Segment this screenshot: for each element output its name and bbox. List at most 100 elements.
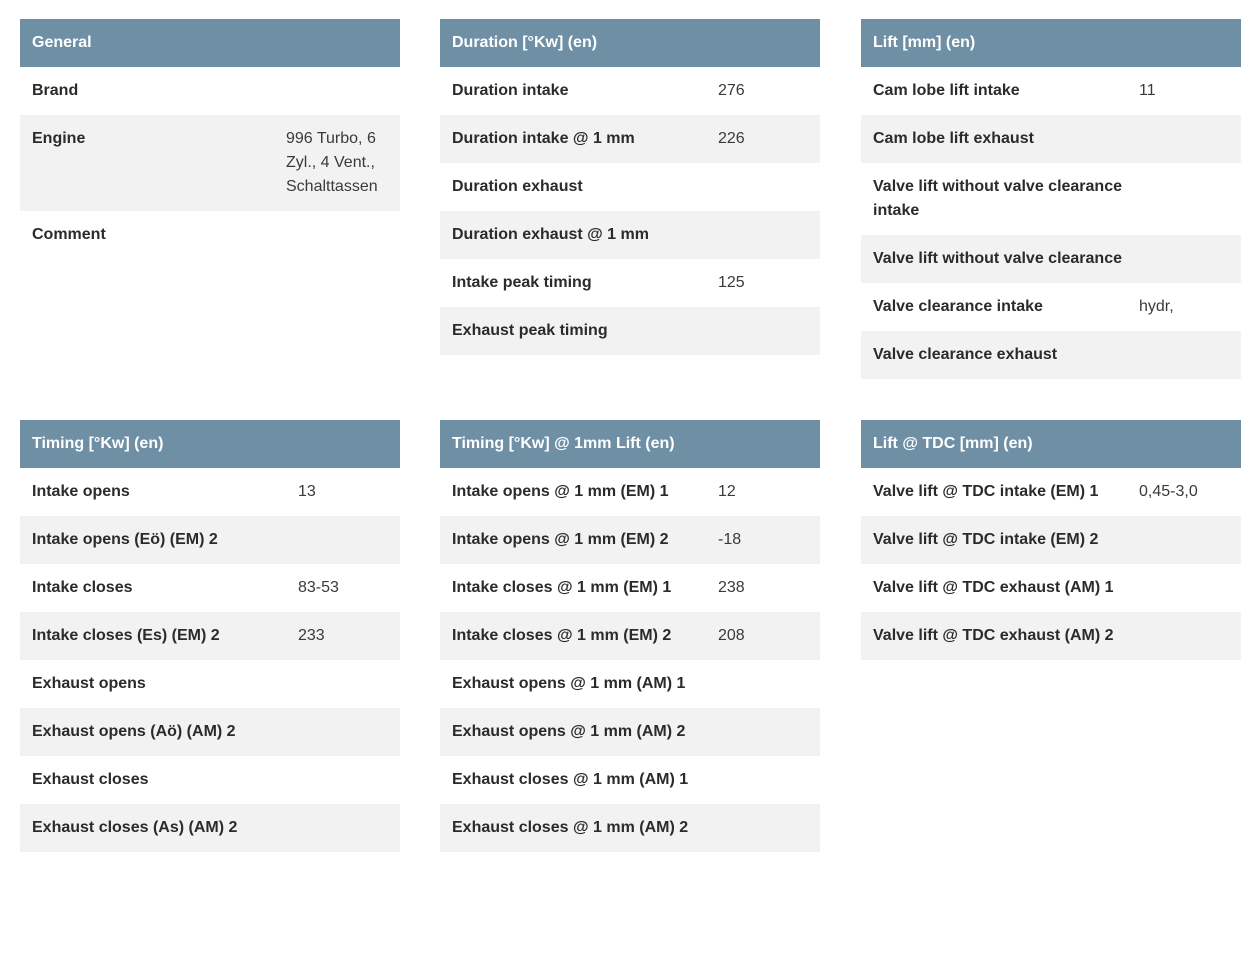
row-label: Intake opens @ 1 mm (EM) 2 (452, 531, 669, 548)
row-value: 238 (718, 579, 745, 596)
row-label: Intake opens @ 1 mm (EM) 1 (452, 483, 669, 500)
table-row: Valve clearance exhaust (861, 331, 1241, 379)
row-label: Intake opens (Eö) (EM) 2 (32, 531, 218, 548)
table-row: Cam lobe lift exhaust (861, 115, 1241, 163)
row-label: Exhaust peak timing (452, 322, 608, 339)
table-row: Valve lift @ TDC exhaust (AM) 2 (861, 612, 1241, 660)
table-row: Valve lift without valve clearance (861, 235, 1241, 283)
timing-1mm-table-body: Intake opens @ 1 mm (EM) 1 12 Intake ope… (440, 468, 820, 852)
general-table-body: Brand Engine 996 Turbo, 6 Zyl., 4 Vent.,… (20, 67, 400, 259)
timing-table-body: Intake opens 13 Intake opens (Eö) (EM) 2… (20, 468, 400, 852)
row-value (718, 223, 808, 247)
table-row: Brand (20, 67, 400, 115)
row-value: 233 (298, 627, 325, 644)
table-row: Exhaust closes @ 1 mm (AM) 2 (440, 804, 820, 852)
table-row: Exhaust opens (Aö) (AM) 2 (20, 708, 400, 756)
table-row: Exhaust opens (20, 660, 400, 708)
row-label: Intake closes (Es) (EM) 2 (32, 627, 220, 644)
table-row: Intake closes 83-53 (20, 564, 400, 612)
table-row: Duration intake @ 1 mm 226 (440, 115, 820, 163)
row-value (298, 720, 388, 744)
row-value (298, 672, 388, 696)
row-label: Duration exhaust @ 1 mm (452, 226, 649, 243)
row-label: Duration exhaust (452, 178, 583, 195)
row-value (1139, 343, 1229, 367)
lift-table: Lift [mm] (en) Cam lobe lift intake 11 C… (861, 19, 1241, 379)
row-label: Valve lift @ TDC exhaust (AM) 1 (873, 579, 1114, 596)
row-value: 125 (718, 274, 745, 291)
table-row: Duration exhaust (440, 163, 820, 211)
row-value: 12 (718, 483, 736, 500)
row-label: Exhaust opens @ 1 mm (AM) 1 (452, 675, 686, 692)
timing-table: Timing [°Kw] (en) Intake opens 13 Intake… (20, 420, 400, 852)
row-label: Valve lift @ TDC intake (EM) 1 (873, 483, 1099, 500)
table-row: Valve lift @ TDC intake (EM) 1 0,45-3,0 (861, 468, 1241, 516)
table-row: Intake opens @ 1 mm (EM) 2 -18 (440, 516, 820, 564)
lift-tdc-table: Lift @ TDC [mm] (en) Valve lift @ TDC in… (861, 420, 1241, 660)
row-value (286, 223, 388, 247)
row-value (298, 768, 388, 792)
row-label: Exhaust closes @ 1 mm (AM) 1 (452, 771, 689, 788)
row-value: 83-53 (298, 579, 339, 596)
row-value: 226 (718, 130, 745, 147)
row-label: Exhaust opens (Aö) (AM) 2 (32, 723, 236, 740)
row-label: Valve lift without valve clearance (873, 250, 1122, 267)
table-row: Comment (20, 211, 400, 259)
table-row: Exhaust peak timing (440, 307, 820, 355)
table-row: Valve lift @ TDC exhaust (AM) 1 (861, 564, 1241, 612)
row-value (718, 672, 808, 696)
row-label: Duration intake (452, 82, 569, 99)
table-row: Valve clearance intake hydr, (861, 283, 1241, 331)
row-label: Valve lift @ TDC intake (EM) 2 (873, 531, 1099, 548)
row-value (718, 175, 808, 199)
lift-table-body: Cam lobe lift intake 11 Cam lobe lift ex… (861, 67, 1241, 379)
row-value: hydr, (1139, 298, 1174, 315)
table-row: Exhaust opens @ 1 mm (AM) 2 (440, 708, 820, 756)
row-label: Exhaust closes (32, 771, 149, 788)
timing-1mm-table-title: Timing [°Kw] @ 1mm Lift (en) (440, 420, 820, 468)
table-row: Intake opens @ 1 mm (EM) 1 12 (440, 468, 820, 516)
row-value (286, 79, 388, 103)
table-row: Intake closes @ 1 mm (EM) 1 238 (440, 564, 820, 612)
general-table: General Brand Engine 996 Turbo, 6 Zyl., … (20, 19, 400, 259)
table-row: Valve lift @ TDC intake (EM) 2 (861, 516, 1241, 564)
row-label: Exhaust closes (As) (AM) 2 (32, 819, 238, 836)
row-value (1139, 127, 1229, 151)
row-value: 996 Turbo, 6 Zyl., 4 Vent., Schalttassen (286, 130, 378, 195)
row-value (718, 319, 808, 343)
table-row: Intake opens (Eö) (EM) 2 (20, 516, 400, 564)
row-value (1139, 576, 1229, 600)
row-label: Exhaust closes @ 1 mm (AM) 2 (452, 819, 689, 836)
row-label: Intake peak timing (452, 274, 592, 291)
timing-1mm-table: Timing [°Kw] @ 1mm Lift (en) Intake open… (440, 420, 820, 852)
row-value (718, 816, 808, 840)
row-label: Valve clearance exhaust (873, 346, 1058, 363)
table-row: Exhaust closes (20, 756, 400, 804)
row-value: 276 (718, 82, 745, 99)
table-row: Exhaust closes @ 1 mm (AM) 1 (440, 756, 820, 804)
row-value: -18 (718, 531, 742, 548)
lift-tdc-table-title: Lift @ TDC [mm] (en) (861, 420, 1241, 468)
table-row: Valve lift without valve clearance intak… (861, 163, 1241, 235)
table-row: Intake closes (Es) (EM) 2 233 (20, 612, 400, 660)
row-value (718, 720, 808, 744)
row-label: Valve clearance intake (873, 298, 1043, 315)
row-label: Exhaust opens (32, 675, 146, 692)
row-value (718, 768, 808, 792)
lift-tdc-table-body: Valve lift @ TDC intake (EM) 1 0,45-3,0 … (861, 468, 1241, 660)
timing-table-title: Timing [°Kw] (en) (20, 420, 400, 468)
row-label: Intake closes @ 1 mm (EM) 2 (452, 627, 672, 644)
duration-table: Duration [°Kw] (en) Duration intake 276 … (440, 19, 820, 355)
row-label: Valve lift @ TDC exhaust (AM) 2 (873, 627, 1114, 644)
table-row: Intake opens 13 (20, 468, 400, 516)
row-label: Exhaust opens @ 1 mm (AM) 2 (452, 723, 686, 740)
lift-table-title: Lift [mm] (en) (861, 19, 1241, 67)
row-value (298, 816, 388, 840)
duration-table-body: Duration intake 276 Duration intake @ 1 … (440, 67, 820, 355)
row-value (1139, 247, 1229, 271)
row-label: Cam lobe lift exhaust (873, 130, 1034, 147)
duration-table-title: Duration [°Kw] (en) (440, 19, 820, 67)
row-label: Valve lift without valve clearance intak… (873, 178, 1122, 219)
row-label: Intake closes (32, 579, 133, 596)
row-value (1139, 624, 1229, 648)
